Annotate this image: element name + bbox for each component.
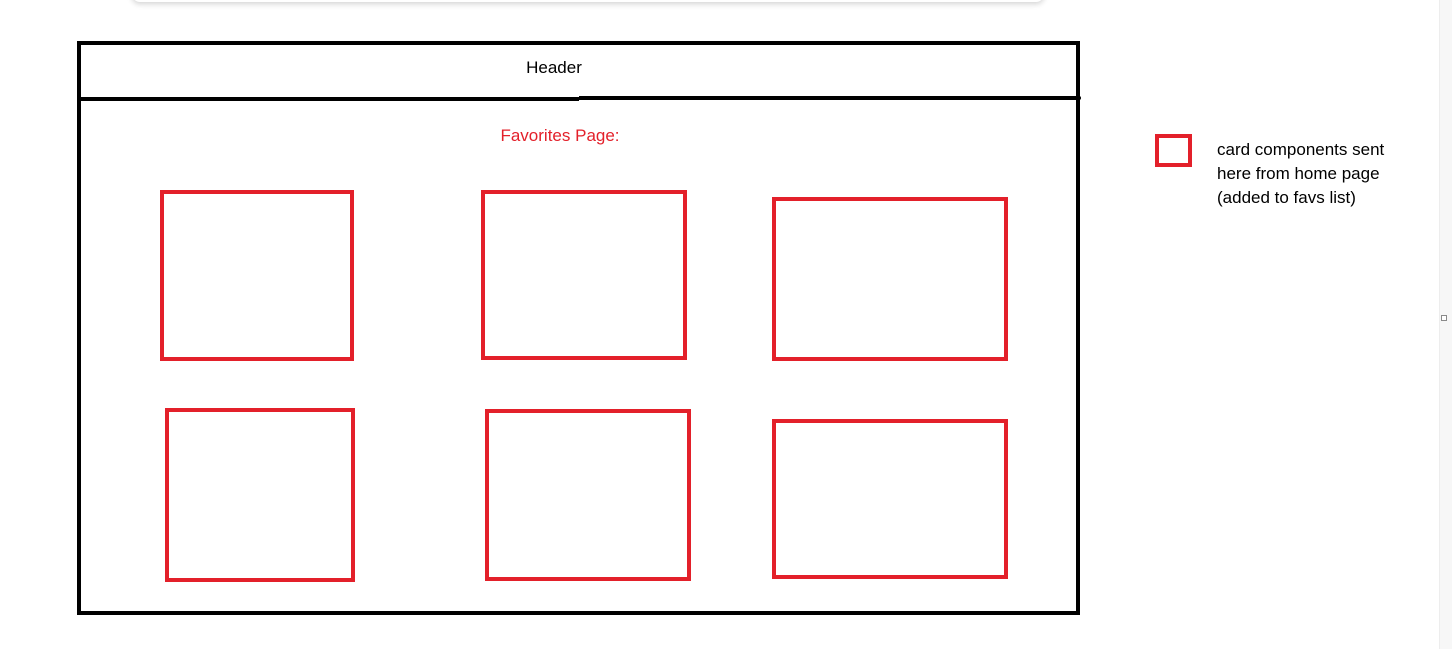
header-divider-extension — [579, 96, 1081, 100]
diagram-canvas: Header Favorites Page: card components s… — [0, 0, 1452, 649]
card-placeholder — [165, 408, 355, 582]
card-placeholder — [772, 197, 1008, 361]
resize-handle[interactable] — [1441, 315, 1447, 321]
top-panel-edge — [132, 0, 1044, 2]
right-scroll-gutter[interactable] — [1439, 0, 1452, 649]
legend-line: card components sent — [1217, 140, 1385, 159]
header-divider — [79, 97, 579, 101]
card-placeholder — [481, 190, 687, 360]
header-label: Header — [526, 58, 582, 77]
legend-description: card components sent here from home page… — [1217, 138, 1427, 210]
legend-card-swatch — [1155, 134, 1192, 167]
card-placeholder — [160, 190, 354, 361]
card-placeholder — [772, 419, 1008, 579]
legend-line: (added to favs list) — [1217, 188, 1356, 207]
card-placeholder — [485, 409, 691, 581]
legend-line: here from home page — [1217, 164, 1380, 183]
favorites-page-label: Favorites Page: — [500, 126, 620, 145]
